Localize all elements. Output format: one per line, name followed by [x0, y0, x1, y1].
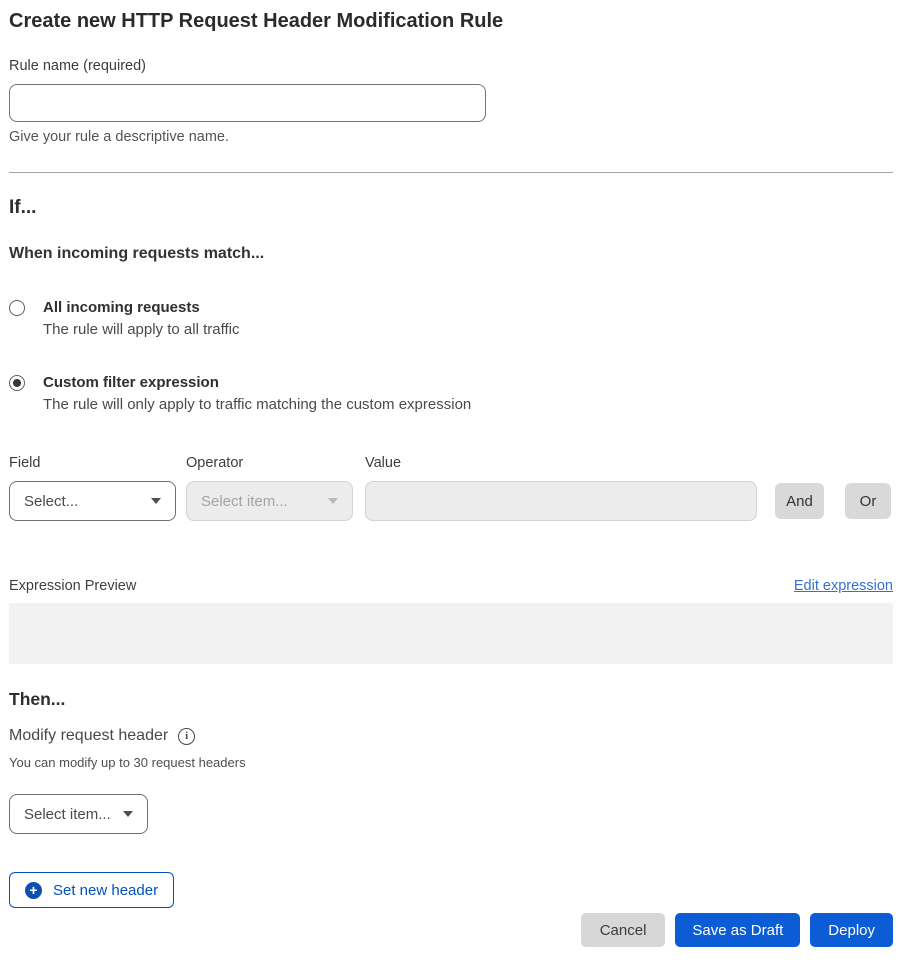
value-label: Value: [365, 455, 757, 471]
radio-label: Custom filter expression: [43, 374, 471, 391]
caret-down-icon: [328, 498, 338, 504]
set-new-header-label: Set new header: [53, 882, 158, 899]
radio-button-unselected[interactable]: [9, 300, 25, 316]
modify-request-header-label: Modify request header: [9, 727, 168, 745]
field-label: Field: [9, 455, 176, 471]
modify-header-row: Modify request header i: [9, 727, 893, 745]
expression-preview-box: [9, 603, 893, 664]
save-as-draft-button[interactable]: Save as Draft: [675, 913, 800, 947]
field-select-value: Select...: [24, 493, 78, 510]
operator-select: Select item...: [186, 481, 353, 521]
and-button[interactable]: And: [775, 483, 824, 519]
radio-option-texts: All incoming requests The rule will appl…: [43, 299, 239, 338]
value-column: Value: [365, 455, 757, 521]
page-title: Create new HTTP Request Header Modificat…: [9, 10, 893, 33]
plus-icon: +: [25, 882, 42, 899]
operator-label: Operator: [186, 455, 353, 471]
section-divider: [9, 172, 893, 173]
radio-option-texts: Custom filter expression The rule will o…: [43, 374, 471, 413]
radio-option-all-incoming-requests[interactable]: All incoming requests The rule will appl…: [9, 299, 893, 338]
caret-down-icon: [123, 811, 133, 817]
edit-expression-link[interactable]: Edit expression: [794, 578, 893, 594]
rule-name-helper: Give your rule a descriptive name.: [9, 129, 893, 145]
if-heading: If...: [9, 197, 893, 219]
expression-builder-row: Field Select... Operator Select item... …: [9, 455, 893, 521]
operator-column: Operator Select item...: [186, 455, 353, 521]
set-new-header-button[interactable]: + Set new header: [9, 872, 174, 908]
radio-label: All incoming requests: [43, 299, 239, 316]
rule-name-label: Rule name (required): [9, 58, 893, 74]
create-rule-form: Create new HTTP Request Header Modificat…: [0, 10, 899, 947]
match-subheading: When incoming requests match...: [9, 245, 893, 263]
expression-preview-label: Expression Preview: [9, 578, 136, 594]
radio-description: The rule will apply to all traffic: [43, 321, 239, 338]
radio-button-selected[interactable]: [9, 375, 25, 391]
operator-select-value: Select item...: [201, 493, 288, 510]
field-select[interactable]: Select...: [9, 481, 176, 521]
cancel-button[interactable]: Cancel: [581, 913, 666, 947]
info-icon[interactable]: i: [178, 728, 195, 745]
header-item-select[interactable]: Select item...: [9, 794, 148, 834]
footer-actions: Cancel Save as Draft Deploy: [9, 913, 893, 947]
then-heading: Then...: [9, 689, 893, 710]
field-column: Field Select...: [9, 455, 176, 521]
radio-description: The rule will only apply to traffic matc…: [43, 396, 471, 413]
caret-down-icon: [151, 498, 161, 504]
rule-name-input[interactable]: [9, 84, 486, 122]
value-input: [365, 481, 757, 521]
header-item-select-value: Select item...: [24, 806, 111, 823]
deploy-button[interactable]: Deploy: [810, 913, 893, 947]
or-button[interactable]: Or: [845, 483, 891, 519]
radio-option-custom-filter-expression[interactable]: Custom filter expression The rule will o…: [9, 374, 893, 413]
modify-header-helper: You can modify up to 30 request headers: [9, 755, 893, 770]
expression-preview-header: Expression Preview Edit expression: [9, 578, 893, 594]
